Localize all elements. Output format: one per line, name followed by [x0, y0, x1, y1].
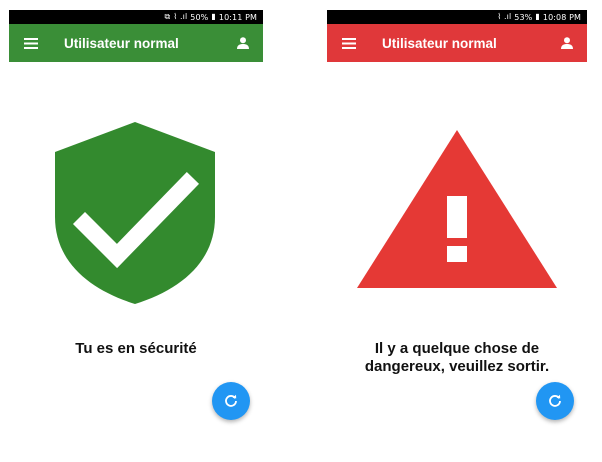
- menu-button[interactable]: [13, 24, 49, 62]
- hamburger-menu-icon: [342, 37, 356, 49]
- app-bar: Utilisateur normal: [9, 24, 263, 62]
- warning-triangle-icon: [357, 130, 557, 288]
- refresh-icon: [549, 394, 561, 407]
- cast-icon: ⧉: [164, 12, 171, 21]
- danger-screen: ⌇ .ıl 53% ▮ 10:08 PM Utilisateur normal …: [327, 0, 587, 462]
- status-message: Il y a quelque chose de dangereux, veuil…: [364, 340, 550, 375]
- shield-check-icon: [55, 122, 215, 304]
- person-icon: [561, 37, 573, 49]
- safe-screen: ⧉ ⌇ .ıl 50% ▮ 10:11 PM Utilisateur norma…: [9, 0, 263, 462]
- battery-percent: 50%: [190, 12, 209, 22]
- app-bar: Utilisateur normal: [327, 24, 587, 62]
- app-bar-title: Utilisateur normal: [382, 35, 497, 51]
- status-time: 10:11 PM: [218, 12, 257, 22]
- status-time: 10:08 PM: [542, 12, 581, 22]
- account-button[interactable]: [550, 24, 584, 62]
- battery-icon: ▮: [535, 12, 540, 21]
- refresh-icon: [225, 394, 237, 407]
- status-bar: ⧉ ⌇ .ıl 50% ▮ 10:11 PM: [9, 10, 263, 24]
- battery-icon: ▮: [211, 12, 216, 21]
- hamburger-menu-icon: [24, 37, 38, 49]
- menu-button[interactable]: [331, 24, 367, 62]
- person-icon: [237, 37, 249, 49]
- app-bar-title: Utilisateur normal: [64, 35, 179, 51]
- account-button[interactable]: [226, 24, 260, 62]
- battery-percent: 53%: [514, 12, 533, 22]
- status-message: Tu es en sécurité: [75, 340, 197, 357]
- signal-icon: ⌇ .ıl: [497, 12, 512, 21]
- refresh-button[interactable]: [536, 382, 574, 420]
- status-bar: ⌇ .ıl 53% ▮ 10:08 PM: [327, 10, 587, 24]
- refresh-button[interactable]: [212, 382, 250, 420]
- signal-icon: ⌇ .ıl: [173, 12, 188, 21]
